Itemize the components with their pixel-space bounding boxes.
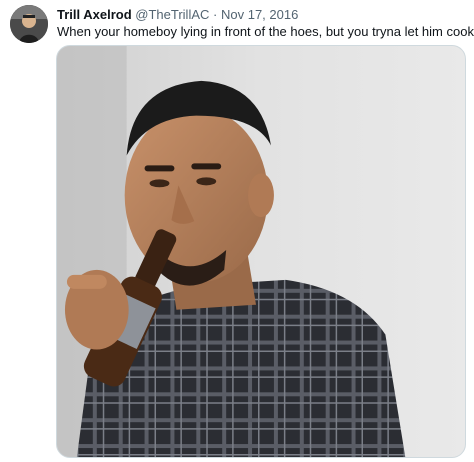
author-name[interactable]: Trill Axelrod [57,7,132,22]
profile-avatar-icon [10,5,48,43]
tweet-header: Trill Axelrod @TheTrillAC · Nov 17, 2016 [57,6,298,23]
tweet-media-image[interactable] [56,45,466,458]
tweet-card: Trill Axelrod @TheTrillAC · Nov 17, 2016… [0,0,474,462]
header-separator: · [213,7,218,22]
author-handle[interactable]: @TheTrillAC [135,7,209,22]
photo-of-man-drinking [57,46,465,457]
tweet-date[interactable]: Nov 17, 2016 [221,7,298,22]
author-avatar[interactable] [10,5,48,43]
tweet-text: When your homeboy lying in front of the … [57,24,474,39]
